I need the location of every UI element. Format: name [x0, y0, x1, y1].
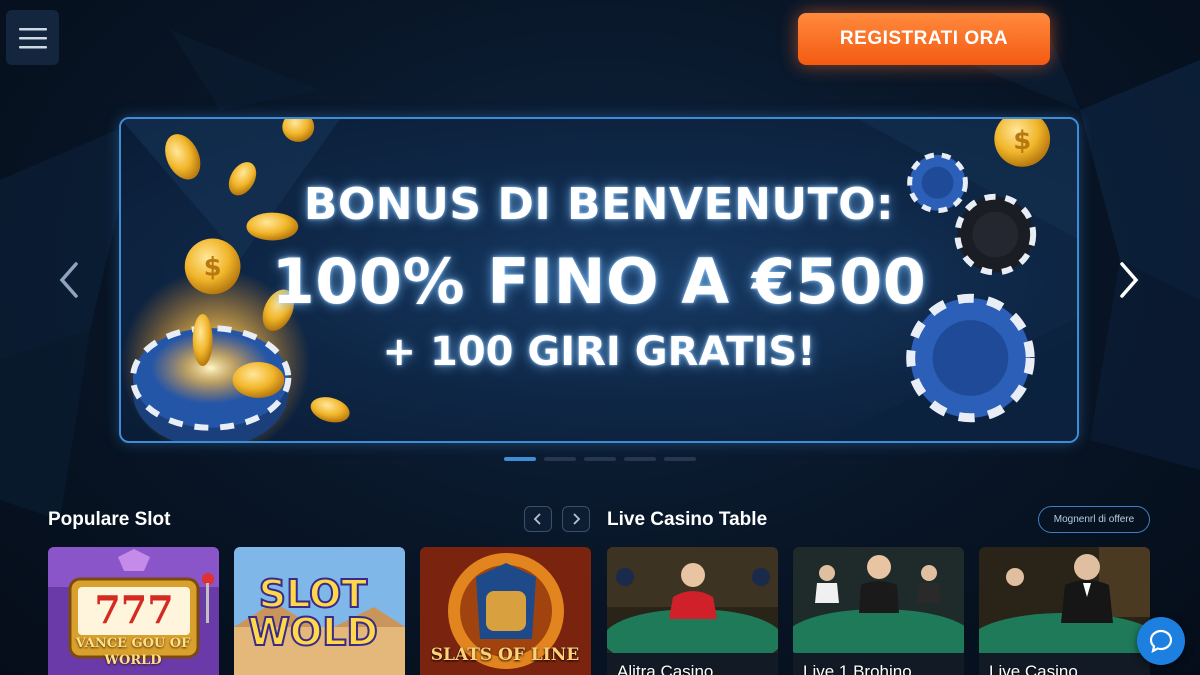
- banner-headline-line1: BONUS DI BENVENUTO:: [303, 179, 895, 230]
- hamburger-menu-icon: [18, 27, 47, 48]
- carousel-next-button[interactable]: [1114, 258, 1144, 302]
- chevron-right-icon: [1120, 262, 1139, 298]
- live-table-label: Live 1 Brohino: [803, 662, 912, 675]
- chevron-left-icon: [59, 262, 78, 298]
- slot-art-badge: 777: [94, 587, 174, 632]
- chevron-right-icon: [573, 513, 581, 525]
- banner-headline-line2: 100% FINO A €500: [271, 245, 927, 318]
- banner-headline-line3: + 100 GIRI GRATIS!: [382, 329, 816, 375]
- carousel-dot-3[interactable]: [584, 457, 616, 461]
- carousel-dot-2[interactable]: [544, 457, 576, 461]
- carousel-prev-button[interactable]: [54, 258, 84, 302]
- svg-text:$: $: [1013, 126, 1031, 156]
- live-table-tile[interactable]: Alitra Casino: [607, 547, 778, 675]
- carousel-pagination: [504, 457, 696, 461]
- slot-art-title: SLOT WOLD: [247, 572, 379, 654]
- slot-game-tile[interactable]: SLOT WOLD: [234, 547, 405, 675]
- slots-next-button[interactable]: [562, 506, 590, 532]
- carousel-dot-1[interactable]: [504, 457, 536, 461]
- carousel-dot-4[interactable]: [624, 457, 656, 461]
- slot-game-tile[interactable]: SLATS OF LINE: [420, 547, 591, 675]
- live-table-tile[interactable]: Live Casino: [979, 547, 1150, 675]
- chat-button[interactable]: [1137, 617, 1185, 665]
- slots-prev-button[interactable]: [524, 506, 552, 532]
- chevron-left-icon: [533, 513, 541, 525]
- live-section-title: Live Casino Table: [607, 509, 768, 530]
- live-table-tile[interactable]: Live 1 Brohino: [793, 547, 964, 675]
- slot-game-tile[interactable]: 777 VANCE GOU OF WORLD: [48, 547, 219, 675]
- chat-bubble-icon: [1149, 629, 1173, 653]
- carousel-dot-5[interactable]: [664, 457, 696, 461]
- slots-section-title: Populare Slot: [48, 509, 171, 530]
- promo-banner[interactable]: $ $ BONUS DI BENVENUTO: 100% FINO A €500…: [119, 117, 1079, 443]
- hamburger-menu-button[interactable]: [6, 10, 59, 65]
- live-table-label: Live Casino: [989, 662, 1078, 675]
- slot-art-title: SLATS OF LINE: [430, 645, 580, 665]
- register-button[interactable]: REGISTRATI ORA: [798, 13, 1050, 65]
- offers-button[interactable]: Mognenrl di offere: [1038, 506, 1150, 533]
- slot-art-title: VANCE GOU OF WORLD: [75, 636, 191, 668]
- live-table-label: Alitra Casino: [617, 662, 714, 675]
